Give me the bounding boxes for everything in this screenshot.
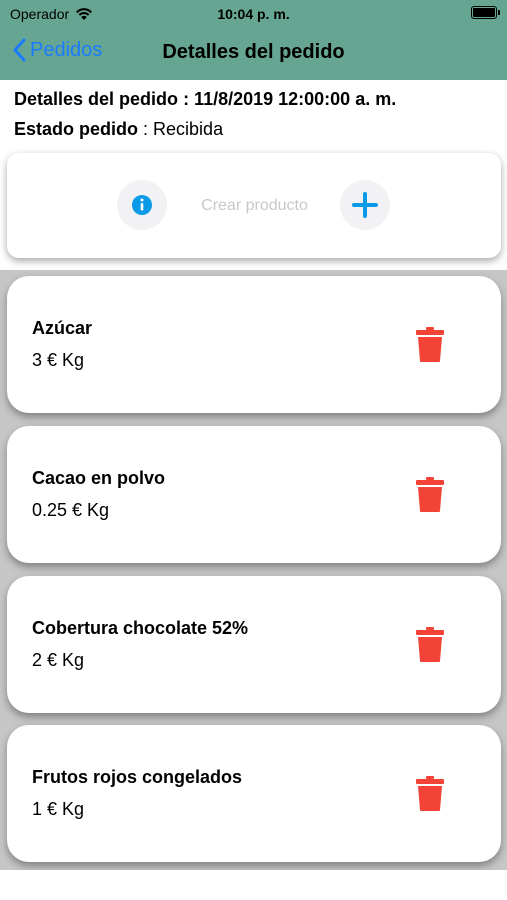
trash-icon[interactable]	[415, 476, 445, 513]
product-card[interactable]: Cacao en polvo 0.25 € Kg	[7, 426, 501, 563]
battery-icon	[471, 6, 500, 19]
add-product-button[interactable]	[340, 180, 390, 230]
product-price: 2 € Kg	[32, 650, 85, 670]
product-card[interactable]: Frutos rojos congelados 1 € Kg	[7, 725, 501, 862]
info-icon	[132, 195, 152, 215]
trash-icon[interactable]	[415, 326, 445, 363]
status-time: 10:04 p. m.	[217, 6, 290, 22]
plus-icon	[352, 192, 378, 218]
product-price: 3 € Kg	[32, 350, 85, 370]
page-title: Detalles del pedido	[162, 41, 345, 63]
product-name: Azúcar	[32, 318, 93, 338]
product-name: Cacao en polvo	[32, 468, 166, 488]
status-bar: Operador 10:04 p. m.	[0, 0, 507, 28]
trash-icon[interactable]	[415, 775, 445, 812]
order-status-value: : Recibida	[143, 119, 224, 139]
product-list: Azúcar 3 € Kg Cacao en polvo 0.25 € Kg C…	[0, 270, 507, 870]
create-product-card: Crear producto	[7, 153, 501, 258]
order-info: Detalles del pedido : 11/8/2019 12:00:00…	[0, 80, 507, 270]
product-name: Cobertura chocolate 52%	[32, 618, 249, 638]
product-price: 1 € Kg	[32, 799, 85, 819]
header: Operador 10:04 p. m. Pedidos Detalles de…	[0, 0, 507, 80]
info-button[interactable]	[117, 180, 167, 230]
product-card[interactable]: Cobertura chocolate 52% 2 € Kg	[7, 576, 501, 713]
order-date-value: : 11/8/2019 12:00:00 a. m.	[183, 89, 397, 109]
trash-icon[interactable]	[415, 626, 445, 663]
product-card[interactable]: Azúcar 3 € Kg	[7, 276, 501, 413]
bottom-area	[0, 870, 507, 900]
product-name: Frutos rojos congelados	[32, 767, 243, 787]
navigation-bar: Pedidos Detalles del pedido	[0, 28, 507, 80]
order-status-label: Estado pedido	[14, 119, 139, 139]
create-product-label: Crear producto	[201, 197, 308, 214]
order-status-line: Estado pedido : Recibida	[14, 119, 223, 140]
order-date-label: Detalles del pedido	[14, 89, 179, 109]
order-date-line: Detalles del pedido : 11/8/2019 12:00:00…	[14, 89, 396, 110]
product-price: 0.25 € Kg	[32, 500, 110, 520]
